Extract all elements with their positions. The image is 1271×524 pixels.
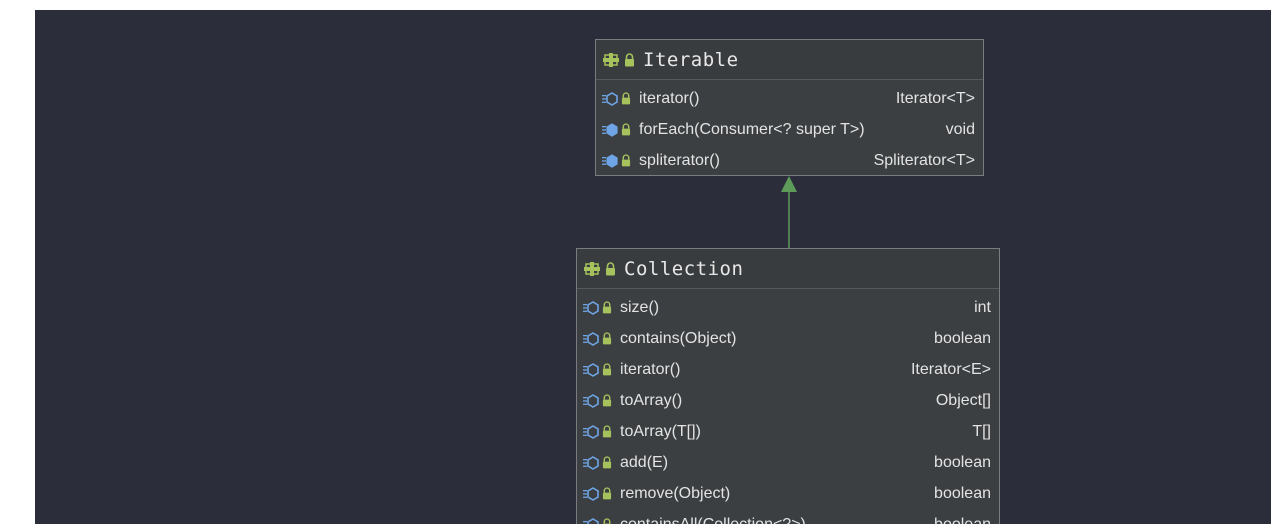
uml-box-iterable[interactable]: Iterable iterator() Iterator<T> forEach(… [595, 39, 984, 176]
lock-icon [602, 301, 612, 314]
abstract-method-icon [583, 455, 599, 470]
method-row[interactable]: add(E) boolean [577, 447, 999, 478]
method-name: contains(Object) [620, 329, 737, 347]
method-return-type: Iterator<E> [910, 360, 991, 378]
lock-icon [602, 425, 612, 438]
method-return-type: boolean [934, 484, 991, 502]
default-method-icon [602, 122, 618, 137]
method-return-type: boolean [934, 453, 991, 471]
method-return-type: boolean [934, 329, 991, 347]
method-row[interactable]: forEach(Consumer<? super T>) void [596, 114, 983, 145]
method-row[interactable]: iterator() Iterator<T> [596, 83, 983, 114]
abstract-method-icon [583, 486, 599, 501]
lock-icon [606, 261, 615, 275]
method-return-type: boolean [934, 515, 991, 524]
uml-box-header: Collection [577, 249, 999, 289]
lock-icon [602, 456, 612, 469]
method-name: toArray() [620, 391, 683, 409]
method-row[interactable]: size() int [577, 292, 999, 323]
method-name: add(E) [620, 453, 669, 471]
method-name: spliterator() [639, 151, 720, 169]
lock-icon [602, 363, 612, 376]
abstract-method-icon [583, 393, 599, 408]
default-method-icon [602, 153, 618, 168]
method-row[interactable]: iterator() Iterator<E> [577, 354, 999, 385]
method-name: iterator() [639, 89, 700, 107]
abstract-method-icon [583, 424, 599, 439]
uml-box-collection[interactable]: Collection size() int contains(Object) bool… [576, 248, 1000, 524]
abstract-method-icon [583, 300, 599, 315]
method-row[interactable]: spliterator() Spliterator<T> [596, 145, 983, 176]
method-name: iterator() [620, 360, 681, 378]
interface-icon [584, 261, 600, 276]
lock-icon [602, 394, 612, 407]
method-return-type: int [974, 298, 991, 316]
method-name: remove(Object) [620, 484, 731, 502]
method-return-type: Object[] [935, 391, 991, 409]
abstract-method-icon [583, 517, 599, 524]
method-row[interactable]: toArray(T[]) T[] [577, 416, 999, 447]
edge-arrowhead [781, 176, 797, 192]
method-list: size() int contains(Object) boolean iterator… [577, 289, 999, 524]
method-return-type: void [945, 120, 975, 138]
uml-box-header: Iterable [596, 40, 983, 80]
method-return-type: Spliterator<T> [873, 151, 975, 169]
abstract-method-icon [583, 362, 599, 377]
method-return-type: T[] [972, 422, 991, 440]
lock-icon [602, 487, 612, 500]
method-row[interactable]: toArray() Object[] [577, 385, 999, 416]
method-name: containsAll(Collection<?>) [620, 515, 806, 524]
interface-name: Iterable [643, 48, 739, 71]
method-row[interactable]: remove(Object) boolean [577, 478, 999, 509]
lock-icon [602, 332, 612, 345]
method-row[interactable]: containsAll(Collection<?>) boolean [577, 509, 999, 524]
method-name: size() [620, 298, 660, 316]
diagram-canvas[interactable]: Iterable iterator() Iterator<T> forEach(… [35, 10, 1271, 524]
method-name: toArray(T[]) [620, 422, 701, 440]
interface-name: Collection [624, 257, 744, 280]
method-row[interactable]: contains(Object) boolean [577, 323, 999, 354]
abstract-method-icon [583, 331, 599, 346]
lock-icon [621, 154, 631, 167]
lock-icon [621, 123, 631, 136]
lock-icon [621, 92, 631, 105]
abstract-method-icon [602, 91, 618, 106]
lock-icon [625, 52, 634, 66]
method-name: forEach(Consumer<? super T>) [639, 120, 865, 138]
lock-icon [603, 518, 611, 524]
method-return-type: Iterator<T> [895, 89, 975, 107]
method-list: iterator() Iterator<T> forEach(Consumer<… [596, 80, 983, 176]
interface-icon [603, 52, 619, 67]
